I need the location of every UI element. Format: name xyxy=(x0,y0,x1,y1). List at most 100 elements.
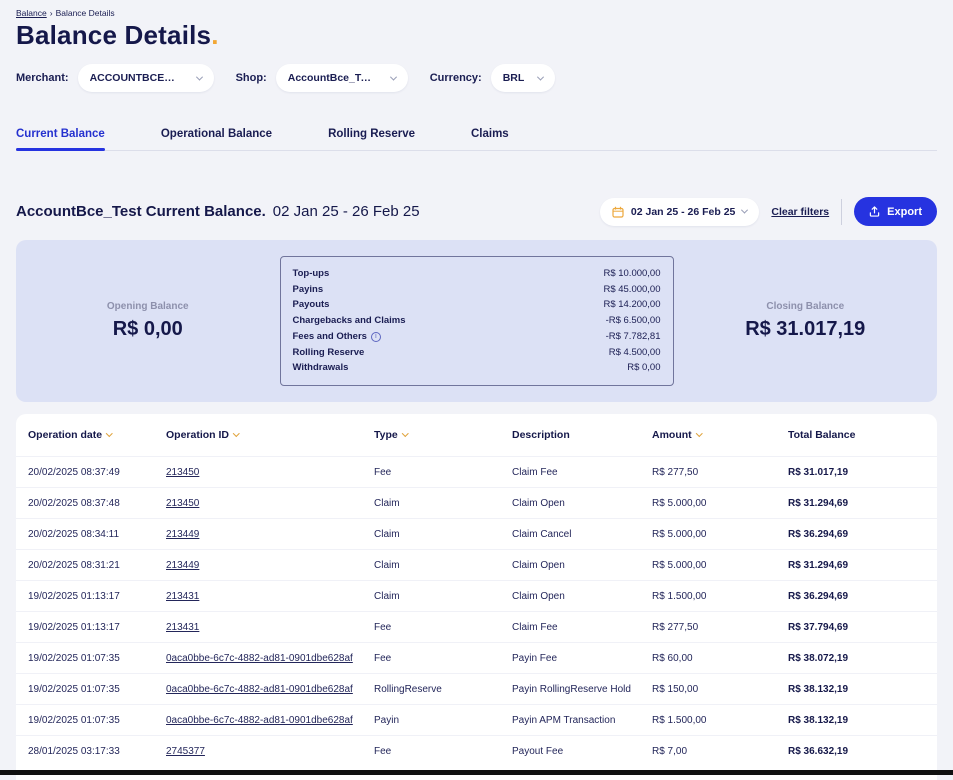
cell-operation-date: 19/02/2025 01:07:35 xyxy=(28,683,120,695)
cell-total-balance: R$ 31.294,69 xyxy=(788,559,849,571)
sort-icon[interactable] xyxy=(695,430,703,437)
cell-operation-id: 213449 xyxy=(166,529,374,540)
balance-summary-card: Opening Balance R$ 0,00 Top-ups R$ 10.000… xyxy=(16,240,937,402)
breadcrumb: Balance › Balance Details xyxy=(16,8,937,18)
summary-line-value: R$ 10.000,00 xyxy=(603,267,661,279)
currency-label: Currency: xyxy=(429,72,482,84)
operation-id-link[interactable]: 0aca0bbe-6c7c-4882-ad81-0901dbe628af xyxy=(166,653,353,664)
cell-operation-id: 2745377 xyxy=(166,746,374,757)
summary-line-label: Top-ups xyxy=(292,267,330,279)
operation-id-link[interactable]: 213450 xyxy=(166,467,199,478)
column-header-type[interactable]: Type xyxy=(374,429,512,441)
summary-line-label: Fees and Others i xyxy=(293,329,381,345)
table-row: 19/02/2025 01:07:35 0aca0bbe-6c7c-4882-ad… xyxy=(16,642,937,673)
sort-icon[interactable] xyxy=(106,430,113,437)
operation-id-link[interactable]: 213431 xyxy=(166,622,199,633)
cell-amount: R$ 7,00 xyxy=(652,745,688,757)
breadcrumb-link-balance[interactable]: Balance xyxy=(16,8,47,18)
cell-type: Fee xyxy=(374,466,392,478)
page-title: Balance Details. xyxy=(16,20,937,50)
summary-line-value: R$ 14.200,00 xyxy=(603,299,661,311)
summary-line-label: Rolling Reserve xyxy=(292,346,365,358)
shop-dropdown[interactable]: AccountBce_Test xyxy=(275,64,408,92)
cell-operation-id: 0aca0bbe-6c7c-4882-ad81-0901dbe628af xyxy=(166,684,374,695)
merchant-value: ACCOUNTBCE_Test xyxy=(89,72,189,84)
cell-total-balance: R$ 38.132,19 xyxy=(788,683,849,695)
summary-line: Fees and Others i -R$ 7.782,81 xyxy=(293,329,661,345)
cell-amount: R$ 150,00 xyxy=(652,683,699,695)
summary-line: Withdrawals R$ 0,00 xyxy=(293,360,661,376)
cell-amount: R$ 1.500,00 xyxy=(652,714,707,726)
breadcrumb-separator-icon: › xyxy=(49,8,53,18)
operation-id-link[interactable]: 2745377 xyxy=(166,746,205,757)
shop-value: AccountBce_Test xyxy=(287,72,376,84)
cell-amount: R$ 5.000,00 xyxy=(652,559,707,571)
cell-operation-date: 19/02/2025 01:13:17 xyxy=(28,590,120,602)
table-row: 20/02/2025 08:31:21 213449 Claim Claim Open… xyxy=(16,549,937,580)
summary-line-label: Withdrawals xyxy=(292,362,349,374)
export-button[interactable]: Export xyxy=(854,197,937,226)
date-range-picker[interactable]: 02 Jan 25 - 26 Feb 25 xyxy=(599,197,760,226)
column-header-operation-id[interactable]: Operation ID xyxy=(166,429,374,441)
info-icon[interactable]: i xyxy=(370,331,381,342)
operation-id-link[interactable]: 0aca0bbe-6c7c-4882-ad81-0901dbe628af xyxy=(166,715,353,726)
cell-description: Claim Cancel xyxy=(512,528,572,540)
currency-value: BRL xyxy=(502,72,525,84)
column-header-operation-date[interactable]: Operation date xyxy=(28,429,166,441)
cell-type: Claim xyxy=(374,528,400,540)
cell-operation-date: 19/02/2025 01:13:17 xyxy=(28,621,120,633)
cell-description: Payin Fee xyxy=(512,652,558,664)
table-row: 20/02/2025 08:34:11 213449 Claim Claim Canc… xyxy=(16,518,937,549)
cell-description: Claim Fee xyxy=(512,466,558,478)
tab-operational-balance[interactable]: Operational Balance xyxy=(161,128,272,150)
date-range-value: 02 Jan 25 - 26 Feb 25 xyxy=(630,205,736,218)
cell-total-balance: R$ 38.132,19 xyxy=(788,714,849,726)
cell-amount: R$ 277,50 xyxy=(652,466,699,478)
cell-amount: R$ 277,50 xyxy=(652,621,699,633)
operation-id-link[interactable]: 213431 xyxy=(166,591,199,602)
cell-operation-date: 20/02/2025 08:37:48 xyxy=(28,497,120,509)
closing-balance-block: Closing Balance R$ 31.017,19 xyxy=(674,301,938,341)
merchant-filter: Merchant: ACCOUNTBCE_Test xyxy=(16,64,214,92)
cell-description: Payin APM Transaction xyxy=(512,714,616,726)
page-title-text: Balance Details xyxy=(16,20,212,50)
currency-dropdown[interactable]: BRL xyxy=(490,64,555,92)
table-row: 19/02/2025 01:07:35 0aca0bbe-6c7c-4882-ad… xyxy=(16,673,937,704)
operation-id-link[interactable]: 213450 xyxy=(166,498,199,509)
cell-total-balance: R$ 36.294,69 xyxy=(788,590,849,602)
opening-balance-value: R$ 0,00 xyxy=(112,318,183,340)
merchant-dropdown[interactable]: ACCOUNTBCE_Test xyxy=(77,64,214,92)
chevron-down-icon xyxy=(389,73,397,81)
table-row: 19/02/2025 01:13:17 213431 Claim Claim Open… xyxy=(16,580,937,611)
cell-description: Claim Fee xyxy=(512,621,558,633)
tab-rolling-reserve[interactable]: Rolling Reserve xyxy=(328,128,415,150)
tab-claims[interactable]: Claims xyxy=(471,128,509,150)
operation-id-link[interactable]: 213449 xyxy=(166,560,199,571)
export-label: Export xyxy=(887,205,922,218)
column-label: Operation ID xyxy=(166,429,230,441)
bottom-edge-bar xyxy=(0,770,953,775)
shop-label: Shop: xyxy=(235,72,267,84)
operation-id-link[interactable]: 213449 xyxy=(166,529,199,540)
upload-icon xyxy=(869,206,880,217)
summary-line-value: R$ 4.500,00 xyxy=(608,346,661,358)
sort-icon[interactable] xyxy=(233,430,240,437)
sort-icon[interactable] xyxy=(401,430,409,437)
vertical-divider xyxy=(841,198,843,225)
column-header-description: Description xyxy=(512,429,652,441)
cell-total-balance: R$ 37.794,69 xyxy=(788,621,849,633)
currency-filter: Currency: BRL xyxy=(430,64,555,92)
summary-line: Top-ups R$ 10.000,00 xyxy=(293,266,661,282)
cell-total-balance: R$ 31.017,19 xyxy=(788,466,849,478)
column-header-amount[interactable]: Amount xyxy=(652,429,788,441)
cell-description: Claim Open xyxy=(512,590,565,602)
summary-line-value: -R$ 7.782,81 xyxy=(605,330,661,342)
summary-line: Rolling Reserve R$ 4.500,00 xyxy=(293,345,661,361)
cell-type: Claim xyxy=(374,559,400,571)
operation-id-link[interactable]: 0aca0bbe-6c7c-4882-ad81-0901dbe628af xyxy=(166,684,353,695)
clear-filters-link[interactable]: Clear filters xyxy=(771,206,829,218)
cell-amount: R$ 60,00 xyxy=(652,652,693,664)
cell-total-balance: R$ 36.294,69 xyxy=(788,528,849,540)
tab-current-balance[interactable]: Current Balance xyxy=(16,128,105,151)
section-heading-row: AccountBce_Test Current Balance. 02 Jan 2… xyxy=(16,197,937,226)
